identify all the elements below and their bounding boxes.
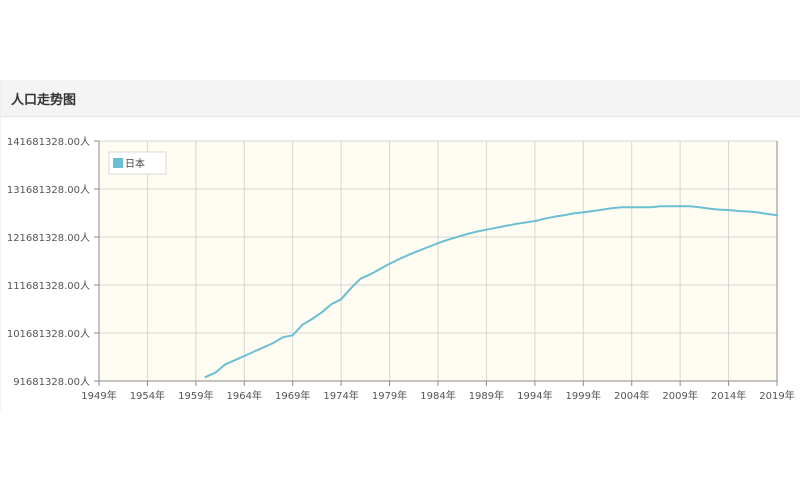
- x-axis-tick-labels: 1949年 1954年 1959年 1964年 1969年 1974年 1979年 1984年…: [81, 381, 795, 402]
- y-tick-label: 101681328.00人: [7, 328, 90, 340]
- y-axis-tick-labels: 91681328.00人 101681328.00人 111681328.00人 12…: [7, 136, 99, 388]
- legend[interactable]: 日本: [108, 151, 167, 175]
- legend-swatch: [113, 158, 123, 168]
- y-tick-label: 121681328.00人: [7, 232, 90, 244]
- x-tick-label: 1959年: [178, 389, 213, 402]
- y-tick-label: 111681328.00人: [7, 280, 90, 292]
- x-tick-label: 2014年: [711, 389, 746, 402]
- x-tick-label: 2009年: [662, 389, 697, 402]
- panel-header: 人口走势图: [1, 80, 800, 117]
- panel-title: 人口走势图: [11, 92, 77, 108]
- x-tick-label: 1989年: [469, 389, 504, 402]
- x-tick-label: 1974年: [323, 389, 358, 402]
- x-tick-label: 2019年: [759, 389, 794, 402]
- x-tick-label: 1994年: [517, 389, 552, 402]
- x-tick-label: 1979年: [372, 389, 407, 402]
- population-trend-panel: 人口走势图 91681328.00人 101681328.00人 111681328…: [0, 80, 800, 410]
- y-tick-label: 141681328.00人: [7, 136, 90, 148]
- x-tick-label: 1964年: [227, 389, 262, 402]
- x-tick-label: 1949年: [81, 389, 116, 402]
- x-tick-label: 1999年: [566, 389, 601, 402]
- x-tick-label: 1984年: [420, 389, 455, 402]
- population-line-chart: 91681328.00人 101681328.00人 111681328.00人 12…: [7, 136, 795, 402]
- y-tick-label: 131681328.00人: [7, 184, 90, 196]
- x-tick-label: 1954年: [130, 389, 165, 402]
- y-tick-label: 91681328.00人: [13, 376, 90, 388]
- x-tick-label: 2004年: [614, 389, 649, 402]
- legend-label: 日本: [125, 157, 145, 170]
- x-tick-label: 1969年: [275, 389, 310, 402]
